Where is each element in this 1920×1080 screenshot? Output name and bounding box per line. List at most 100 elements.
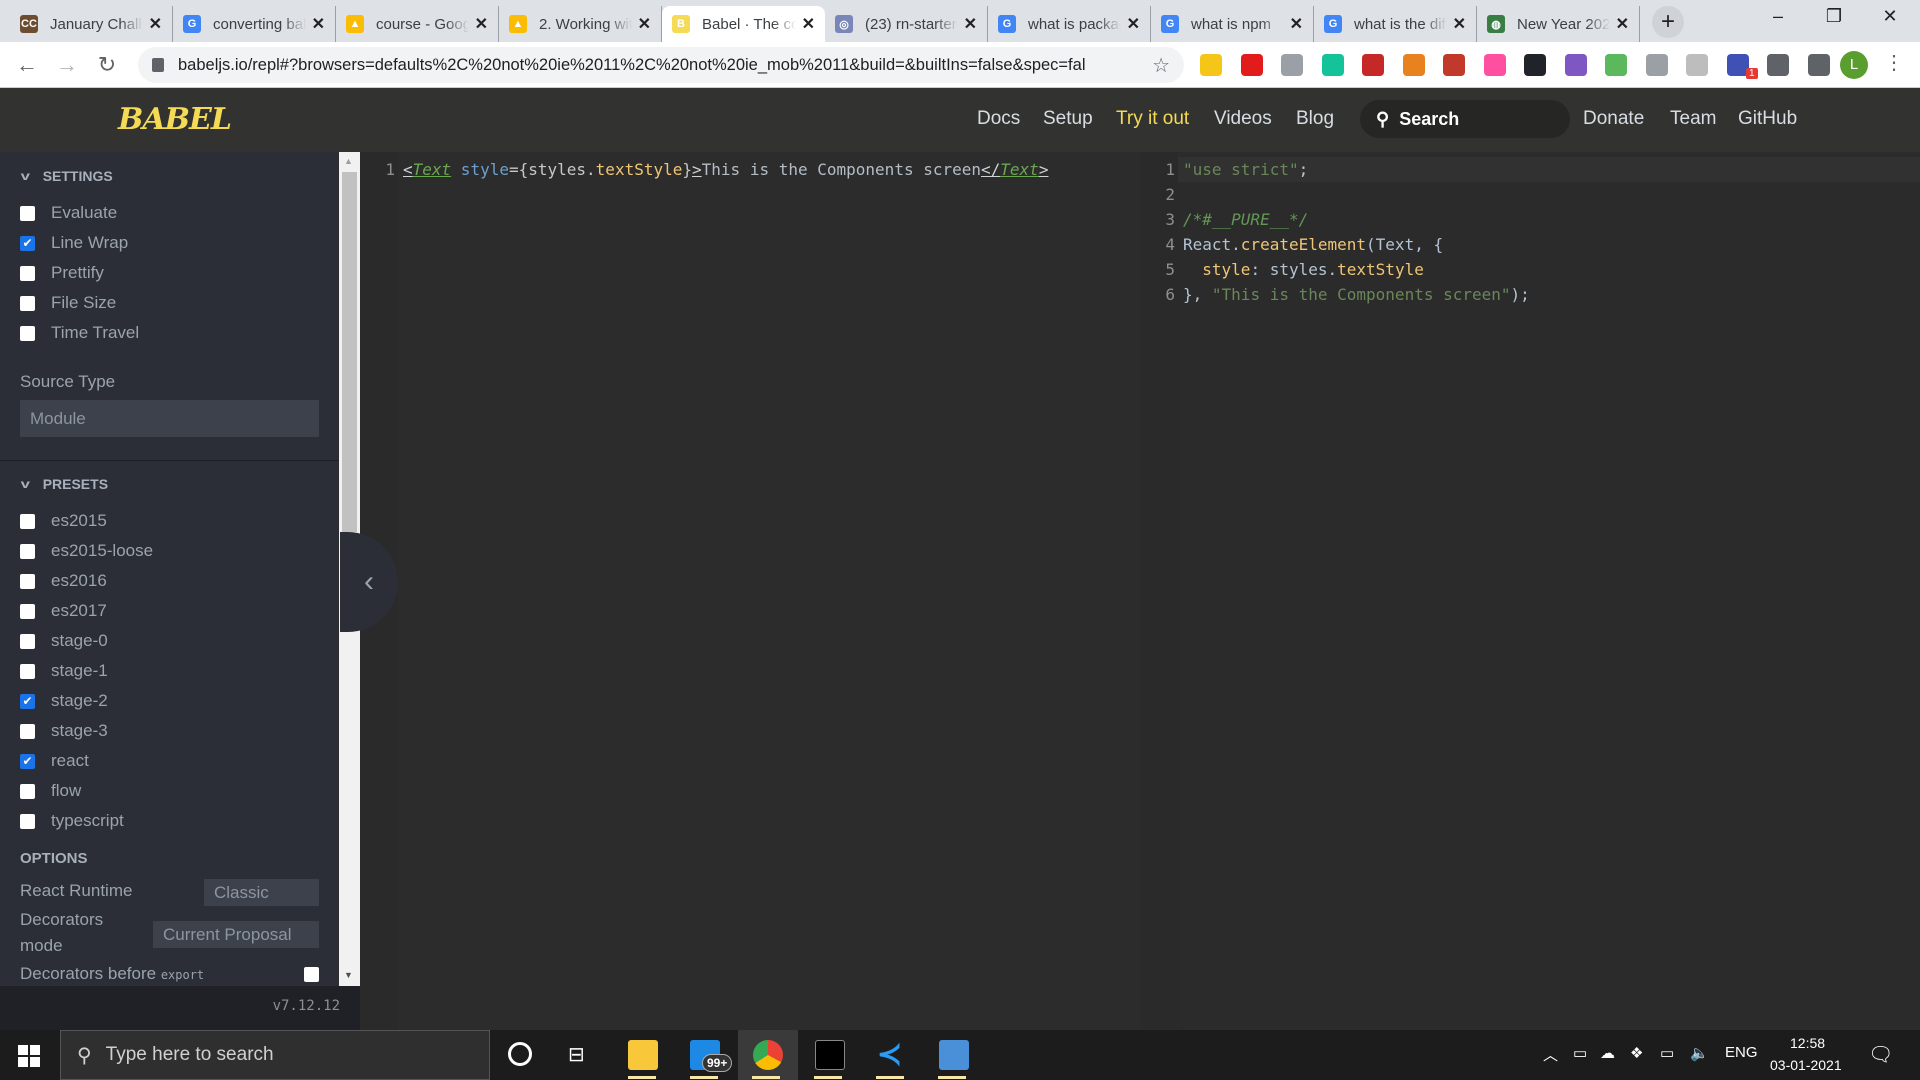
profile-avatar[interactable]: L xyxy=(1840,51,1868,79)
browser-tab[interactable]: CC January Challenge ✕ xyxy=(10,6,173,42)
decorators-mode-select[interactable]: Current Proposal xyxy=(153,921,319,948)
close-tab-icon[interactable]: ✕ xyxy=(802,14,815,34)
close-tab-icon[interactable]: ✕ xyxy=(638,14,651,34)
browser-tab[interactable]: ▲ 2. Working with ✕ xyxy=(499,6,662,42)
back-icon[interactable]: ← xyxy=(12,50,42,80)
nav-donate[interactable]: Donate xyxy=(1583,108,1644,130)
setting-prettify[interactable]: Prettify xyxy=(20,263,104,283)
browser-tab[interactable]: ▲ course - Google Drive ✕ xyxy=(336,6,499,42)
task-view-icon[interactable]: ⊟ xyxy=(568,1042,585,1067)
close-tab-icon[interactable]: ✕ xyxy=(1290,14,1303,34)
battery-icon[interactable]: ▭ xyxy=(1660,1044,1674,1062)
browser-tab[interactable]: Gwhat is the difference ✕ xyxy=(1314,6,1477,42)
nav-setup[interactable]: Setup xyxy=(1043,108,1093,130)
mcafee-icon[interactable] xyxy=(1362,54,1384,76)
preset-stage-2[interactable]: ✔ stage-2 xyxy=(20,691,108,711)
decorators-before-checkbox[interactable] xyxy=(304,967,319,982)
close-tab-icon[interactable]: ✕ xyxy=(964,14,977,34)
preset-es2015-loose[interactable]: es2015-loose xyxy=(20,541,153,561)
scroll-up-arrow-icon[interactable]: ▲ xyxy=(344,156,353,166)
show-hidden-icons-chevron[interactable]: ︿ xyxy=(1543,1044,1558,1065)
preset-stage-0[interactable]: stage-0 xyxy=(20,631,108,651)
photos-icon[interactable] xyxy=(939,1040,969,1070)
media-control-icon[interactable] xyxy=(1807,54,1830,76)
checkbox[interactable] xyxy=(20,295,35,311)
setting-evaluate[interactable]: Evaluate xyxy=(20,203,117,223)
menu-kebab-icon[interactable]: ⋮ xyxy=(1884,50,1904,75)
input-code[interactable]: 1 <Text style={styles.textStyle}>This is … xyxy=(373,157,1048,182)
terminal-icon[interactable] xyxy=(815,1040,845,1070)
cortana-icon[interactable] xyxy=(508,1042,532,1066)
preset-flow[interactable]: flow xyxy=(20,781,81,801)
close-tab-icon[interactable]: ✕ xyxy=(1127,14,1140,34)
preset-es2015[interactable]: es2015 xyxy=(20,511,107,531)
source-type-select[interactable]: Module xyxy=(20,400,319,437)
meet-now-icon[interactable]: ▭ xyxy=(1573,1044,1587,1062)
preset-stage-1[interactable]: stage-1 xyxy=(20,661,108,681)
browser-tab[interactable]: Gwhat is npm ✕ xyxy=(1151,6,1314,42)
preset-react[interactable]: ✔ react xyxy=(20,751,89,771)
metamask-icon[interactable] xyxy=(1402,54,1425,76)
new-tab-button[interactable]: + xyxy=(1652,6,1684,38)
chrome-taskbar-button[interactable] xyxy=(738,1030,798,1080)
url-text[interactable]: babeljs.io/repl#?browsers=defaults%2C%20… xyxy=(178,56,1152,75)
language-indicator[interactable]: ENG xyxy=(1725,1044,1758,1061)
volume-icon[interactable]: 🔈 xyxy=(1690,1044,1709,1062)
minimize-button[interactable]: – xyxy=(1758,6,1798,27)
babel-logo[interactable]: BABEL xyxy=(118,102,232,137)
bookmark-star-icon[interactable]: ☆ xyxy=(1152,53,1170,78)
checkbox[interactable] xyxy=(20,813,35,829)
close-tab-icon[interactable]: ✕ xyxy=(149,14,162,34)
notifications-icon[interactable]: 🗨 xyxy=(1868,1042,1893,1067)
input-editor[interactable] xyxy=(360,152,1140,1030)
checkbox[interactable] xyxy=(20,513,35,529)
checkmark-extension-icon[interactable] xyxy=(1605,54,1627,76)
checkbox[interactable] xyxy=(20,783,35,799)
vscode-icon[interactable]: ≺ xyxy=(877,1040,907,1070)
checkbox[interactable]: ✔ xyxy=(20,693,35,709)
browser-tab[interactable]: Gconverting babel ✕ xyxy=(173,6,336,42)
adblock-icon[interactable] xyxy=(1240,54,1263,76)
address-bar[interactable]: babeljs.io/repl#?browsers=defaults%2C%20… xyxy=(138,47,1184,83)
onedrive-cloud-icon[interactable]: ☁ xyxy=(1600,1044,1615,1062)
checkbox[interactable] xyxy=(20,325,35,341)
extensions-puzzle-icon[interactable] xyxy=(1767,54,1789,76)
checkbox[interactable]: ✔ xyxy=(20,235,35,251)
grammarly-icon[interactable] xyxy=(1321,54,1344,76)
react-devtools-icon[interactable] xyxy=(1524,54,1546,76)
restore-button[interactable]: ❐ xyxy=(1814,6,1854,27)
nav-videos[interactable]: Videos xyxy=(1214,108,1272,130)
browser-tab[interactable]: Gwhat is package ✕ xyxy=(988,6,1151,42)
checkbox[interactable] xyxy=(20,603,35,619)
react-runtime-select[interactable]: Classic xyxy=(204,879,319,906)
checkbox[interactable] xyxy=(20,723,35,739)
windows-start-icon[interactable] xyxy=(18,1045,40,1067)
scrollbar-thumb[interactable] xyxy=(342,172,357,532)
file-explorer-icon[interactable] xyxy=(628,1040,658,1070)
close-tab-icon[interactable]: ✕ xyxy=(1453,14,1466,34)
browser-tab[interactable]: ◎ (23) rn-starter ✕ xyxy=(825,6,988,42)
nav-try-it-out[interactable]: Try it out xyxy=(1116,108,1189,130)
nav-docs[interactable]: Docs xyxy=(977,108,1020,130)
setting-line-wrap[interactable]: ✔ Line Wrap xyxy=(20,233,128,253)
w-extension-icon[interactable] xyxy=(1483,54,1506,76)
checkbox[interactable] xyxy=(20,265,35,281)
checkbox[interactable] xyxy=(20,573,35,589)
s-extension-icon[interactable] xyxy=(1564,54,1587,76)
checkbox[interactable]: ✔ xyxy=(20,753,35,769)
setting-file-size[interactable]: File Size xyxy=(20,293,116,313)
presets-section-toggle[interactable]: v PRESETS xyxy=(21,476,108,492)
nav-github[interactable]: GitHub xyxy=(1738,108,1797,130)
scroll-down-arrow-icon[interactable]: ▼ xyxy=(344,970,353,980)
settings-section-toggle[interactable]: v SETTINGS xyxy=(21,168,113,184)
close-tab-icon[interactable]: ✕ xyxy=(1616,14,1629,34)
checkbox[interactable] xyxy=(20,663,35,679)
highlighter-icon[interactable] xyxy=(1200,54,1222,76)
preset-stage-3[interactable]: stage-3 xyxy=(20,721,108,741)
clock-date[interactable]: 03-01-2021 xyxy=(1770,1057,1842,1073)
h-extension-icon[interactable] xyxy=(1686,54,1708,76)
setting-time-travel[interactable]: Time Travel xyxy=(20,323,139,343)
preset-es2016[interactable]: es2016 xyxy=(20,571,107,591)
checkbox[interactable] xyxy=(20,543,35,559)
taskbar-search-box[interactable]: ⚲ Type here to search xyxy=(60,1030,490,1080)
